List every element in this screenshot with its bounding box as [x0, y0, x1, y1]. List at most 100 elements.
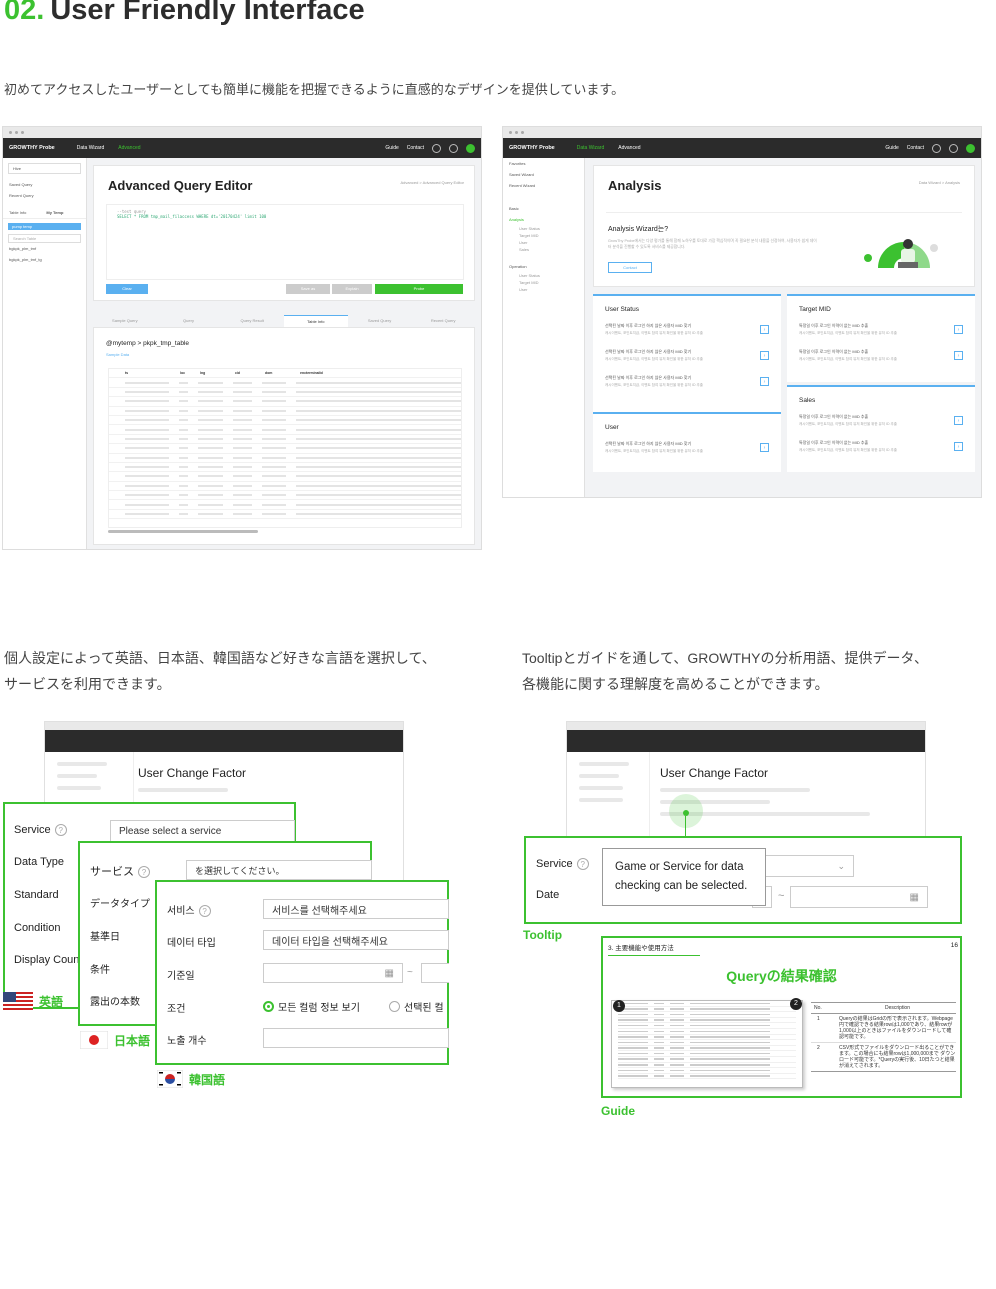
contact-button[interactable]: Contact	[608, 262, 652, 273]
editor-panel: Advanced Query Editor Advanced > Advance…	[93, 165, 475, 301]
table-row	[109, 500, 461, 510]
display-count-label: 露出の本数	[90, 997, 140, 1008]
date-input-end[interactable]	[421, 963, 449, 983]
settings-icon[interactable]	[949, 143, 958, 153]
sidebar-sub-item[interactable]: User	[503, 239, 584, 246]
card-item[interactable]: 특정일 이후 로그인 이력이 없는 MID 추출 캐시이벤트, 포인트지급, 이벤…	[787, 436, 975, 462]
radio-all-columns[interactable]: 모든 컬럼 정보 보기	[263, 999, 360, 1014]
card-title: Sales	[799, 397, 816, 404]
display-count-input[interactable]	[263, 1028, 449, 1048]
service-select[interactable]: 서비스를 선택해주세요	[263, 899, 449, 919]
arrow-icon: ›	[954, 325, 963, 334]
avatar[interactable]	[966, 143, 975, 153]
nav-guide[interactable]: Guide	[385, 145, 398, 151]
tab-table-info[interactable]: Table Info	[9, 210, 26, 215]
range-tilde: ~	[407, 967, 413, 978]
tab-query[interactable]: Query	[157, 315, 221, 327]
display-count-label: 노출 개수	[167, 1036, 207, 1047]
notification-icon[interactable]	[432, 143, 441, 153]
tooltip-anchor-dot	[683, 810, 689, 816]
table-row	[109, 482, 461, 492]
nav-data-wizard[interactable]: Data Wizard	[77, 145, 105, 151]
nav-contact[interactable]: Contact	[907, 145, 924, 151]
nav-guide[interactable]: Guide	[885, 145, 898, 151]
tab-table-info-result[interactable]: Table Info	[284, 315, 348, 327]
nav-data-wizard[interactable]: Data Wizard	[577, 145, 605, 151]
standard-label: 기준일	[167, 971, 195, 982]
arrow-icon: ›	[760, 351, 769, 360]
nav-advanced[interactable]: Advanced	[118, 145, 140, 151]
query-editor-input[interactable]: --test query SELECT * FROM tmp_mail_fila…	[106, 204, 464, 280]
heading-title: User Friendly Interface	[50, 0, 365, 26]
wizard-title: Analysis Wizard는?	[608, 226, 669, 233]
sample-data-link[interactable]: Sample Data	[106, 352, 129, 357]
card-item[interactable]: 선택된 날짜 이후 로그인 하지 않은 사용자 MID 찾기 캐시이벤트, 포인트…	[593, 345, 781, 371]
probe-button[interactable]: Probe	[375, 284, 463, 294]
sidebar-recent-wizard[interactable]: Recent Wizard	[503, 180, 584, 191]
sidebar-recent-query[interactable]: Recent Query	[3, 190, 86, 201]
sidebar-analysis[interactable]: Analysis	[503, 214, 584, 225]
pump-temp-item[interactable]: pump temp	[8, 223, 81, 230]
clear-button[interactable]: Clear	[106, 284, 148, 294]
service-select[interactable]: Please select a service	[110, 820, 295, 842]
sidebar-favorites[interactable]: Favorites	[503, 158, 584, 169]
tab-query-result[interactable]: Query Result	[220, 315, 284, 327]
card-item[interactable]: 선택된 날짜 이후 로그인 하지 않은 사용자 MID 찾기 캐시이벤트, 포인트…	[593, 371, 781, 397]
table-item[interactable]: bgkpk_plm_tmf	[3, 243, 86, 254]
radio-selected-columns[interactable]: 선택된 컬	[389, 999, 444, 1014]
window-title: User Change Factor	[660, 766, 769, 780]
sidebar-saved-query[interactable]: Saved Query	[3, 179, 86, 190]
help-icon: ?	[198, 905, 211, 918]
db-select[interactable]: Hive	[8, 163, 81, 174]
card-sales: Sales 특정일 이후 로그인 이력이 없는 MID 추출 캐시이벤트, 포인트…	[787, 385, 975, 472]
date-input[interactable]: ▦	[263, 963, 403, 983]
nav-advanced[interactable]: Advanced	[618, 145, 640, 151]
nav-contact[interactable]: Contact	[407, 145, 424, 151]
card-target-mid: Target MID 특정일 이후 로그인 이력이 없는 MID 추출 캐시이벤트…	[787, 294, 975, 382]
table-row	[109, 388, 461, 398]
datatype-select[interactable]: 데이터 타입을 선택해주세요	[263, 930, 449, 950]
tab-saved-query[interactable]: Saved Query	[348, 315, 412, 327]
tab-recent-query[interactable]: Recent Query	[411, 315, 475, 327]
card-item[interactable]: 특정일 이후 로그인 이력이 없는 MID 추출 캐시이벤트, 포인트지급, 이벤…	[787, 319, 975, 345]
card-item[interactable]: 선택된 날짜 이후 로그인 하지 않은 사용자 MID 찾기 캐시이벤트, 포인트…	[593, 319, 781, 345]
breadcrumb: Data Wizard > Analysis	[918, 180, 960, 185]
explain-button[interactable]: Explain	[332, 284, 372, 294]
date-input-end[interactable]: ▦	[790, 886, 928, 908]
guide-screenshot-row	[618, 1074, 796, 1080]
guide-badge-1: 1	[613, 1000, 625, 1012]
guide-table-header: No. Description	[811, 1002, 956, 1014]
service-select[interactable]: ⌄	[752, 855, 854, 877]
card-item[interactable]: 특정일 이후 로그인 이력이 없는 MID 추출 캐시이벤트, 포인트지급, 이벤…	[787, 410, 975, 436]
notification-icon[interactable]	[932, 143, 941, 153]
avatar[interactable]	[466, 143, 475, 153]
table-row	[109, 491, 461, 501]
sidebar-saved-wizard[interactable]: Saved Wizard	[503, 169, 584, 180]
card-item[interactable]: 선택된 날짜 이후 로그인 하지 않은 사용자 MID 찾기 캐시이벤트, 포인트…	[593, 437, 781, 463]
heading-number: 02.	[4, 0, 45, 26]
save-as-button[interactable]: Save as	[286, 284, 330, 294]
search-table-input[interactable]: Search Table	[8, 234, 81, 243]
sidebar-sub-item[interactable]: Target MID	[503, 232, 584, 239]
table-item[interactable]: bgkpk_plm_tmf_tg	[3, 254, 86, 265]
guide-box: 3. 主要機能や使用方法 16 Queryの結果確認 1 2 No. Descri…	[601, 936, 962, 1098]
service-select[interactable]: を選択してください。	[186, 860, 372, 880]
guide-screenshot	[611, 1000, 803, 1088]
sidebar-sub-item[interactable]: Target MID	[503, 279, 584, 286]
sidebar-sub-item[interactable]: User	[503, 286, 584, 293]
japan-flag-icon	[80, 1031, 108, 1049]
sidebar-sub-item[interactable]: User Status	[503, 225, 584, 232]
tab-sample-query[interactable]: Sample Query	[93, 315, 157, 327]
tooltip-form: Service? ⌄ Date ~ ▦ Game or Service for …	[524, 836, 962, 924]
tab-my-temp[interactable]: My Temp	[46, 210, 63, 215]
sidebar-sub-item[interactable]: Sales	[503, 246, 584, 253]
card-item[interactable]: 특정일 이후 로그인 이력이 없는 MID 추출 캐시이벤트, 포인트지급, 이벤…	[787, 345, 975, 371]
table-info-panel: @mytemp > pkpk_tmp_table Sample Data ts l…	[93, 327, 475, 545]
settings-icon[interactable]	[449, 143, 458, 153]
sidebar-sub-item[interactable]: User Status	[503, 272, 584, 279]
table-row	[109, 416, 461, 426]
horizontal-scrollbar[interactable]	[108, 530, 258, 533]
sidebar-basic[interactable]: Basic	[503, 203, 584, 214]
card-title: User	[605, 424, 619, 431]
sidebar-operation[interactable]: Operation	[503, 261, 584, 272]
